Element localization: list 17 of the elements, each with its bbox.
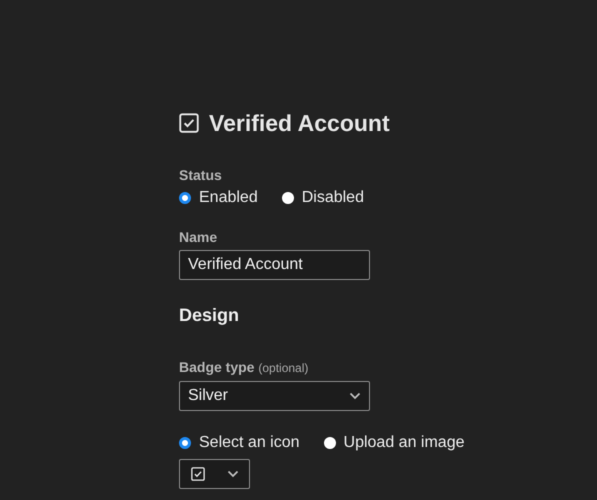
chevron-down-icon [227,470,239,478]
chevron-down-icon [349,392,361,400]
field-label: Status [179,166,223,184]
optional-hint: (optional) [258,361,308,375]
page-title: Verified Account [209,109,390,137]
radio-option[interactable]: Select an icon [179,433,300,453]
checkbox-icon [179,113,199,133]
icon-select[interactable] [179,459,250,489]
field-label: Name [179,228,218,246]
badge-type-select[interactable]: Silver [179,381,370,411]
radio-option[interactable]: Enabled [179,188,258,208]
radio-option[interactable]: Disabled [282,188,364,208]
radio-option[interactable]: Upload an image [324,433,464,453]
field-label: Badge type [179,359,256,375]
section-heading: Design [179,304,240,326]
name-input[interactable]: Verified Account [179,250,370,280]
checkbox-icon [191,467,205,481]
